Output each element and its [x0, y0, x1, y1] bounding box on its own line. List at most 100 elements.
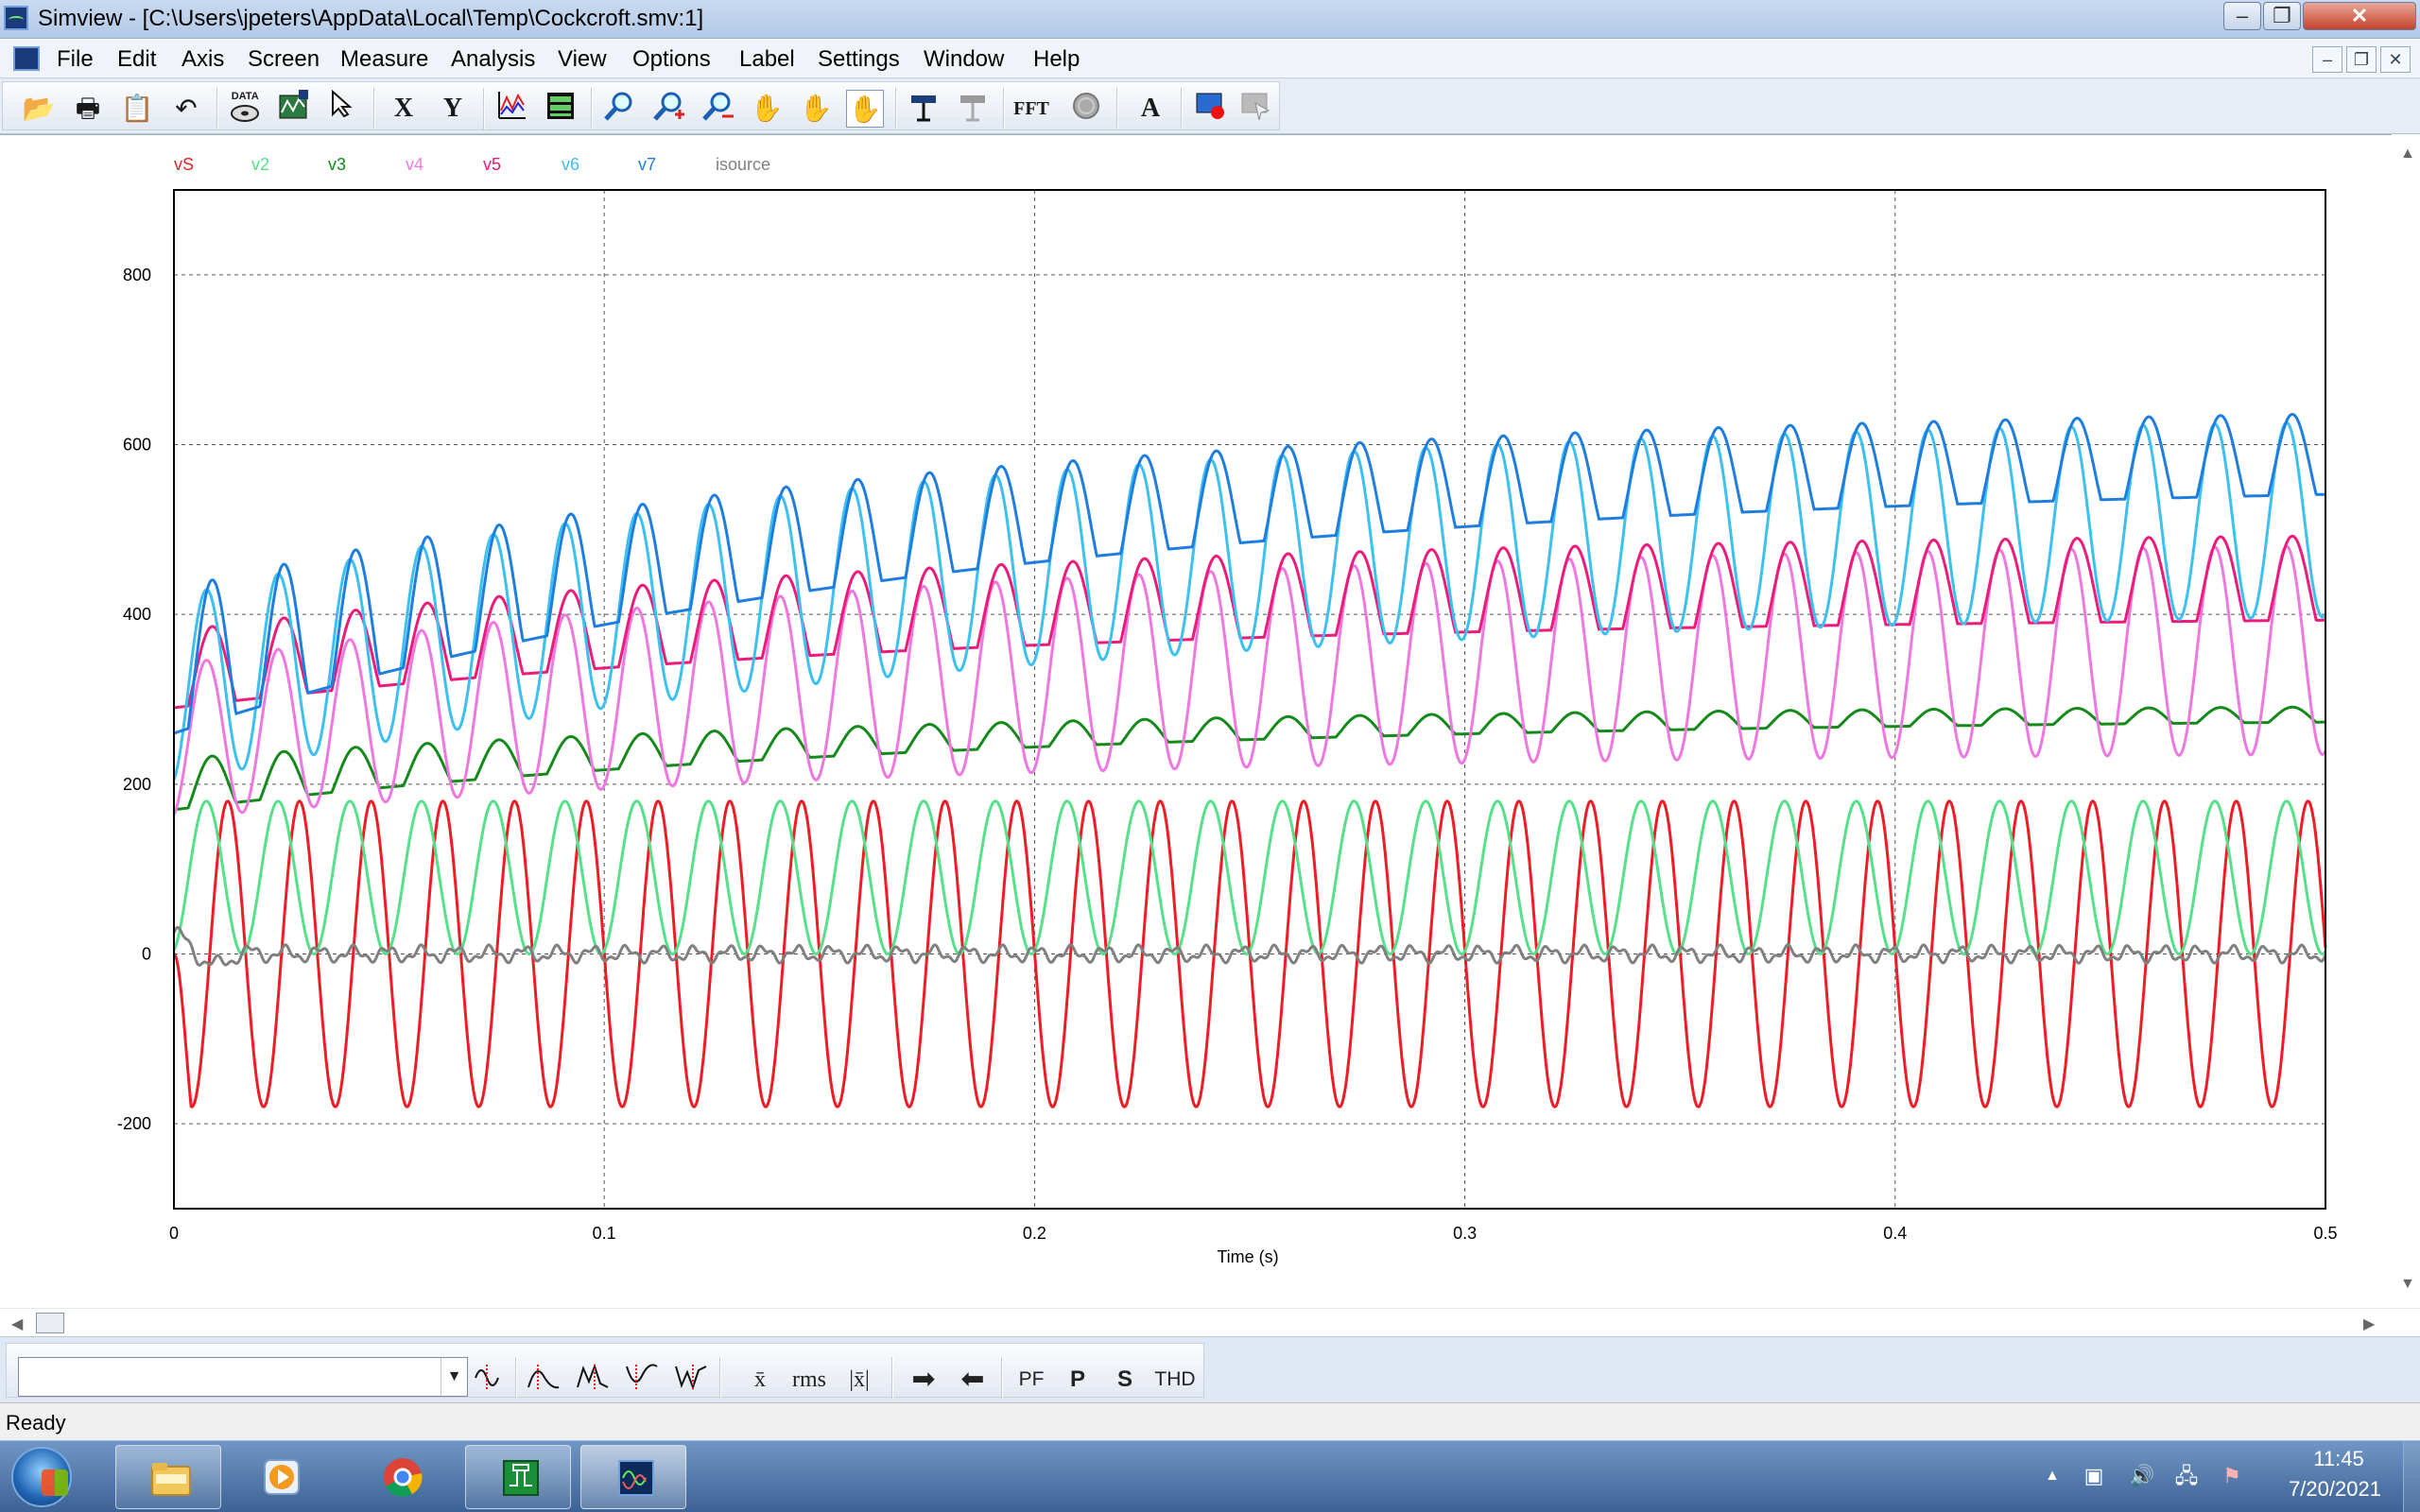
action-center-flag-icon[interactable]: ⚑ [2220, 1464, 2244, 1488]
taskbar-simview[interactable] [580, 1445, 686, 1509]
horizontal-scroll-thumb[interactable] [36, 1313, 64, 1333]
max-local-icon[interactable] [574, 1363, 612, 1397]
open-file-icon[interactable]: 📂 [20, 90, 58, 128]
clock-date[interactable]: 7/20/2021 [2269, 1477, 2401, 1502]
average-button[interactable]: x̄ [746, 1363, 774, 1397]
plot-icon[interactable] [493, 90, 530, 128]
series-v4[interactable] [172, 544, 2327, 816]
waveform-icon[interactable] [472, 1363, 510, 1397]
taskbar-psim[interactable] [465, 1445, 571, 1509]
hand-tool-icon[interactable]: ✋ [846, 90, 884, 128]
menu-view[interactable]: View [558, 46, 607, 73]
pointer-select-icon[interactable] [324, 89, 362, 128]
close-button[interactable]: ✕ [2303, 2, 2416, 30]
y-axis-button[interactable]: Y [434, 90, 472, 128]
series-v6[interactable] [172, 421, 2327, 781]
text-label-button[interactable]: A [1132, 90, 1169, 128]
pf-button[interactable]: PF [1012, 1363, 1050, 1397]
series-v7[interactable] [173, 412, 2325, 735]
series-v5[interactable] [173, 534, 2325, 710]
waveform-chart[interactable]: 0 0.1 0.2 0.3 0.4 0.5 -200 0 200 400 600 800 Time (s… [0, 134, 2392, 1298]
menu-window[interactable]: Window [924, 46, 1004, 73]
zoom-in-icon[interactable] [649, 90, 687, 128]
tray-device-icon[interactable]: ▣ [2082, 1464, 2106, 1488]
child-restore-button[interactable]: ❐ [2346, 46, 2377, 73]
scroll-down-icon[interactable]: ▼ [2400, 1276, 2415, 1293]
export-disabled-icon[interactable] [1237, 90, 1275, 128]
record-icon[interactable] [1192, 90, 1230, 128]
menu-measure[interactable]: Measure [340, 46, 428, 73]
p-button[interactable]: P [1063, 1363, 1092, 1397]
menu-analysis[interactable]: Analysis [451, 46, 535, 73]
volume-icon[interactable]: 🔊 [2129, 1464, 2154, 1488]
fft-button[interactable]: FFT [1012, 90, 1050, 128]
network-icon[interactable]: 🖧 [2174, 1464, 2199, 1488]
clipboard-icon[interactable]: 📋 [118, 90, 156, 128]
screen-glyph [547, 93, 574, 119]
show-desktop-button[interactable] [2403, 1441, 2420, 1512]
measure-curve-select[interactable]: ▼ [18, 1357, 468, 1397]
rms-button[interactable]: rms [787, 1363, 831, 1397]
simview-app-icon[interactable] [4, 6, 28, 30]
menu-label[interactable]: Label [739, 46, 795, 73]
vertical-scrollbar[interactable]: ▲ ▼ [2392, 134, 2420, 1298]
max-icon[interactable] [525, 1363, 562, 1397]
measure-toolbar-band: ▼ x̄ rms |x̄| ➡ ⬅ PF P S THD [6, 1343, 1204, 1399]
taskbar-explorer[interactable] [115, 1445, 221, 1509]
pan-hand-icon[interactable]: ✋ [748, 90, 786, 128]
legend-v5[interactable]: v5 [483, 155, 501, 174]
menu-axis[interactable]: Axis [182, 46, 224, 73]
pan-hand-alt-icon[interactable]: ✋ [797, 90, 835, 128]
legend-v3[interactable]: v3 [328, 155, 346, 174]
dropdown-arrow-icon[interactable]: ▼ [441, 1358, 467, 1396]
menu-settings[interactable]: Settings [818, 46, 900, 73]
legend-isource[interactable]: isource [716, 155, 770, 174]
undo-icon[interactable]: ↶ [167, 90, 205, 128]
minimize-button[interactable]: – [2223, 2, 2261, 30]
menu-file[interactable]: File [57, 46, 94, 73]
probe-icon[interactable] [905, 90, 942, 128]
legend-v4[interactable]: v4 [406, 155, 424, 174]
legend-v2[interactable]: v2 [251, 155, 269, 174]
series-v3[interactable] [173, 705, 2325, 812]
menu-edit[interactable]: Edit [117, 46, 156, 73]
fft-disk-icon[interactable] [1067, 90, 1105, 128]
probe-disabled-icon[interactable] [954, 90, 992, 128]
zoom-out-icon[interactable] [699, 90, 736, 128]
screen-layout-icon[interactable] [542, 90, 579, 128]
scroll-left-icon[interactable]: ◀ [11, 1314, 23, 1333]
legend-v7[interactable]: v7 [638, 155, 656, 174]
taskbar-chrome[interactable] [348, 1445, 454, 1509]
legend-vS[interactable]: vS [174, 155, 194, 174]
thd-button[interactable]: THD [1152, 1363, 1198, 1397]
horizontal-scrollbar[interactable]: ◀ ▶ [0, 1308, 2420, 1336]
child-minimize-button[interactable]: – [2312, 46, 2342, 73]
menu-screen[interactable]: Screen [248, 46, 320, 73]
arrow-left-icon[interactable]: ⬅ [954, 1363, 992, 1397]
start-button[interactable] [11, 1447, 72, 1507]
s-button[interactable]: S [1111, 1363, 1139, 1397]
min-local-icon[interactable] [672, 1363, 710, 1397]
maximize-button[interactable]: ❐ [2263, 2, 2301, 30]
taskbar-media-player[interactable] [227, 1445, 333, 1509]
abs-average-button[interactable]: |x̄| [838, 1363, 880, 1397]
child-close-button[interactable]: ✕ [2380, 46, 2411, 73]
menu-help[interactable]: Help [1033, 46, 1080, 73]
scroll-right-icon[interactable]: ▶ [2363, 1314, 2375, 1333]
arrow-right-icon[interactable]: ➡ [905, 1363, 942, 1397]
legend-v6[interactable]: v6 [562, 155, 579, 174]
zoom-icon[interactable] [600, 90, 638, 128]
min-icon[interactable] [623, 1363, 661, 1397]
data-disk-icon[interactable]: DATA [226, 90, 264, 128]
x-axis-button[interactable]: X [385, 90, 423, 128]
tray-overflow-icon[interactable]: ▲ [2040, 1464, 2065, 1488]
clock-time[interactable]: 11:45 [2291, 1447, 2386, 1471]
scroll-up-icon[interactable]: ▲ [2400, 146, 2415, 163]
document-icon[interactable] [13, 46, 40, 71]
print-icon[interactable]: 🖶 [69, 90, 107, 128]
title-bar[interactable]: Simview - [C:\Users\jpeters\AppData\Loca… [0, 0, 2420, 39]
series-v2[interactable] [172, 799, 2327, 956]
add-curve-icon[interactable] [275, 90, 313, 128]
window-title: Simview - [C:\Users\jpeters\AppData\Loca… [38, 6, 704, 31]
menu-options[interactable]: Options [632, 46, 711, 73]
